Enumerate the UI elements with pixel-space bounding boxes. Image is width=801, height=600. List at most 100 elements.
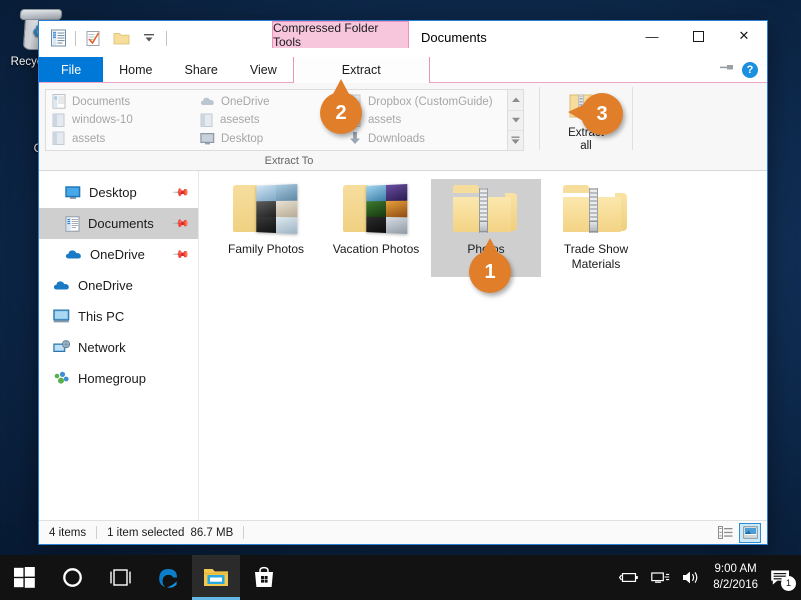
file-tile-family-photos[interactable]: Family Photos <box>211 179 321 277</box>
explorer-content: Desktop 📌 Documents 📌 OneDrive 📌 OneDriv… <box>39 171 767 520</box>
ribbon-group-label-empty <box>540 153 632 170</box>
circle-icon <box>62 568 82 587</box>
gallery-item[interactable]: Dropbox (CustomGuide) <box>342 92 507 111</box>
sidebar-item-network[interactable]: Network <box>39 332 198 363</box>
tab-file[interactable]: File <box>39 57 104 82</box>
onedrive-icon <box>200 97 214 106</box>
network-icon[interactable] <box>651 571 670 585</box>
file-explorer-button[interactable] <box>192 555 240 600</box>
system-tray: 9:00 AM 8/2/2016 1 <box>619 562 801 593</box>
clock-time: 9:00 AM <box>714 562 757 575</box>
pin-icon[interactable]: 📌 <box>172 183 191 202</box>
battery-icon[interactable] <box>619 571 639 584</box>
sidebar-item-desktop[interactable]: Desktop 📌 <box>39 177 198 208</box>
callout-badge-3: 3 <box>568 93 623 135</box>
volume-icon[interactable] <box>682 570 701 585</box>
ribbon-group-extract-to: Documents windows-10 assets OneDrive ase… <box>39 83 539 170</box>
selection-label: 1 item selected <box>107 526 185 539</box>
task-view-icon <box>109 569 131 586</box>
callout-badge-2: 2 <box>320 79 362 134</box>
gallery-item-label: Dropbox (CustomGuide) <box>368 95 493 108</box>
gallery-item-label: asesets <box>220 114 260 127</box>
sidebar-item-onedrive-pinned[interactable]: OneDrive 📌 <box>39 239 198 270</box>
network-icon <box>53 340 70 353</box>
gallery-column-3: Dropbox (CustomGuide) assets Downloads <box>342 90 507 150</box>
ribbon-tab-strip-right: ? <box>719 57 767 82</box>
zipped-folder-icon <box>559 183 633 238</box>
folder-icon <box>204 569 228 586</box>
gallery-column-1: Documents windows-10 assets <box>46 90 194 150</box>
selection-size-label: 86.7 MB <box>190 526 234 539</box>
minimize-button[interactable]: — <box>629 21 675 51</box>
gallery-item[interactable]: Documents <box>46 92 194 111</box>
gallery-more-button[interactable] <box>508 130 523 151</box>
details-view-button[interactable] <box>714 523 736 543</box>
file-tile-vacation-photos[interactable]: Vacation Photos <box>321 179 431 277</box>
downloads-icon <box>350 132 360 145</box>
sidebar-item-homegroup[interactable]: Homegroup <box>39 363 198 394</box>
sidebar-item-label: Desktop <box>89 185 137 201</box>
edge-button[interactable] <box>144 555 192 600</box>
gallery-item-label: assets <box>368 114 402 127</box>
sidebar-item-onedrive[interactable]: OneDrive <box>39 270 198 301</box>
customize-qat-icon[interactable] <box>138 27 160 49</box>
zipped-folder-icon <box>449 183 523 238</box>
callout-number: 2 <box>335 101 347 124</box>
notification-center-button[interactable]: 1 <box>770 569 796 591</box>
clock[interactable]: 9:00 AM 8/2/2016 <box>713 562 758 593</box>
file-tile-trade-show-materials[interactable]: Trade Show Materials <box>541 179 651 277</box>
gallery-item[interactable]: assets <box>46 130 194 149</box>
gallery-column-2: OneDrive asesets Desktop <box>194 90 342 150</box>
store-button[interactable] <box>240 555 288 600</box>
file-name: Family Photos <box>227 242 305 257</box>
quick-access-toolbar <box>47 26 167 50</box>
tab-view[interactable]: View <box>234 57 293 82</box>
large-icons-view-button[interactable] <box>739 522 761 543</box>
gallery-item[interactable]: windows-10 <box>46 111 194 130</box>
sidebar-item-label: This PC <box>78 309 125 325</box>
gallery-item-label: assets <box>72 132 106 145</box>
folder-icon <box>52 131 65 146</box>
file-list-pane[interactable]: Family Photos Vacation Photos Trade Show… <box>199 171 767 520</box>
pin-icon[interactable]: 📌 <box>172 245 191 264</box>
maximize-button[interactable] <box>675 21 721 51</box>
gallery-scrollbar[interactable] <box>507 90 523 151</box>
pin-icon[interactable]: 📌 <box>172 214 191 233</box>
sidebar-item-label: OneDrive <box>90 247 145 263</box>
help-icon[interactable]: ? <box>742 61 758 78</box>
onedrive-icon <box>53 281 69 290</box>
new-folder-icon[interactable] <box>110 27 132 49</box>
extract-to-gallery[interactable]: Documents windows-10 assets OneDrive ase… <box>45 89 524 152</box>
extract-all-label-line2: all <box>580 140 592 153</box>
gallery-item[interactable]: assets <box>342 111 507 130</box>
windows-logo-icon <box>13 567 35 588</box>
properties-icon[interactable] <box>82 27 104 49</box>
window-controls: — ✕ <box>629 21 767 51</box>
start-button[interactable] <box>0 555 48 600</box>
callout-badge-1: 1 <box>469 238 511 293</box>
qat-separator <box>75 30 76 46</box>
cortana-button[interactable] <box>48 555 96 600</box>
tab-home[interactable]: Home <box>103 57 168 82</box>
status-separator-2 <box>243 526 245 539</box>
store-bag-icon <box>255 566 273 587</box>
file-explorer-window: Compressed Folder Tools Documents — ✕ Fi… <box>38 20 768 545</box>
close-button[interactable]: ✕ <box>721 21 767 51</box>
sidebar-item-documents[interactable]: Documents 📌 <box>39 208 198 240</box>
gallery-item[interactable]: Downloads <box>342 130 507 149</box>
tab-share[interactable]: Share <box>169 57 234 82</box>
item-count-label: 4 items <box>49 526 87 539</box>
sidebar-item-this-pc[interactable]: This PC <box>39 301 198 332</box>
gallery-item-label: Downloads <box>368 132 425 145</box>
explorer-app-icon[interactable] <box>47 27 69 49</box>
pin-ribbon-icon[interactable] <box>719 61 734 79</box>
task-view-button[interactable] <box>96 555 144 600</box>
tab-extract[interactable]: Extract <box>292 57 430 83</box>
gallery-item[interactable]: Desktop <box>194 130 342 149</box>
status-separator <box>96 526 98 539</box>
file-name: Vacation Photos <box>332 242 420 257</box>
navigation-pane: Desktop 📌 Documents 📌 OneDrive 📌 OneDriv… <box>39 171 199 520</box>
gallery-scroll-up-button[interactable] <box>508 90 523 111</box>
edge-icon <box>159 569 177 588</box>
gallery-scroll-down-button[interactable] <box>508 110 523 131</box>
